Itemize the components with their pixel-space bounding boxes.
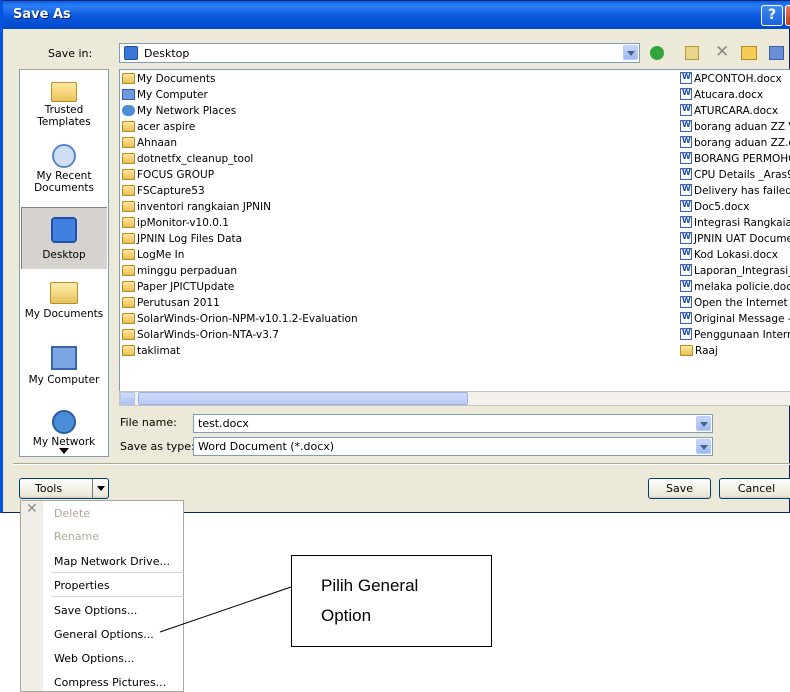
annotation-line-2: Option xyxy=(321,606,372,625)
annotation-line-1: Pilih General xyxy=(321,576,419,595)
annotation-callout: Pilih General Option xyxy=(291,555,492,647)
